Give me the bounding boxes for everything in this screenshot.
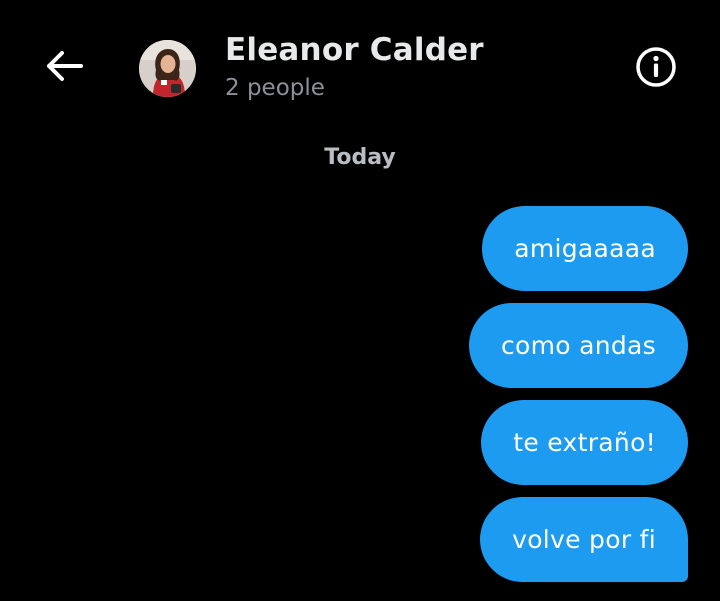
message-bubble[interactable]: te extraño!	[481, 400, 688, 485]
message-text: te extraño!	[513, 428, 656, 457]
info-button[interactable]	[632, 45, 680, 93]
message-text: amigaaaaa	[514, 234, 656, 263]
avatar[interactable]	[139, 40, 196, 97]
message-bubble[interactable]: como andas	[468, 303, 688, 388]
message-text: volve por fi	[512, 525, 656, 554]
dm-conversation-screen: Eleanor Calder 2 people Today amigaaaaa …	[0, 0, 720, 601]
message-bubble[interactable]: amigaaaaa	[482, 206, 688, 291]
message-bubble[interactable]: volve por fi	[480, 497, 688, 582]
conversation-header: Eleanor Calder 2 people	[0, 0, 720, 130]
back-button[interactable]	[40, 46, 88, 90]
message-list: amigaaaaa como andas te extraño! volve p…	[468, 206, 688, 582]
participant-count: 2 people	[225, 75, 325, 101]
conversation-title[interactable]: Eleanor Calder	[225, 32, 484, 68]
date-separator: Today	[324, 145, 396, 170]
message-text: como andas	[500, 331, 656, 360]
info-circle-icon	[635, 46, 677, 92]
arrow-left-icon	[45, 50, 83, 86]
